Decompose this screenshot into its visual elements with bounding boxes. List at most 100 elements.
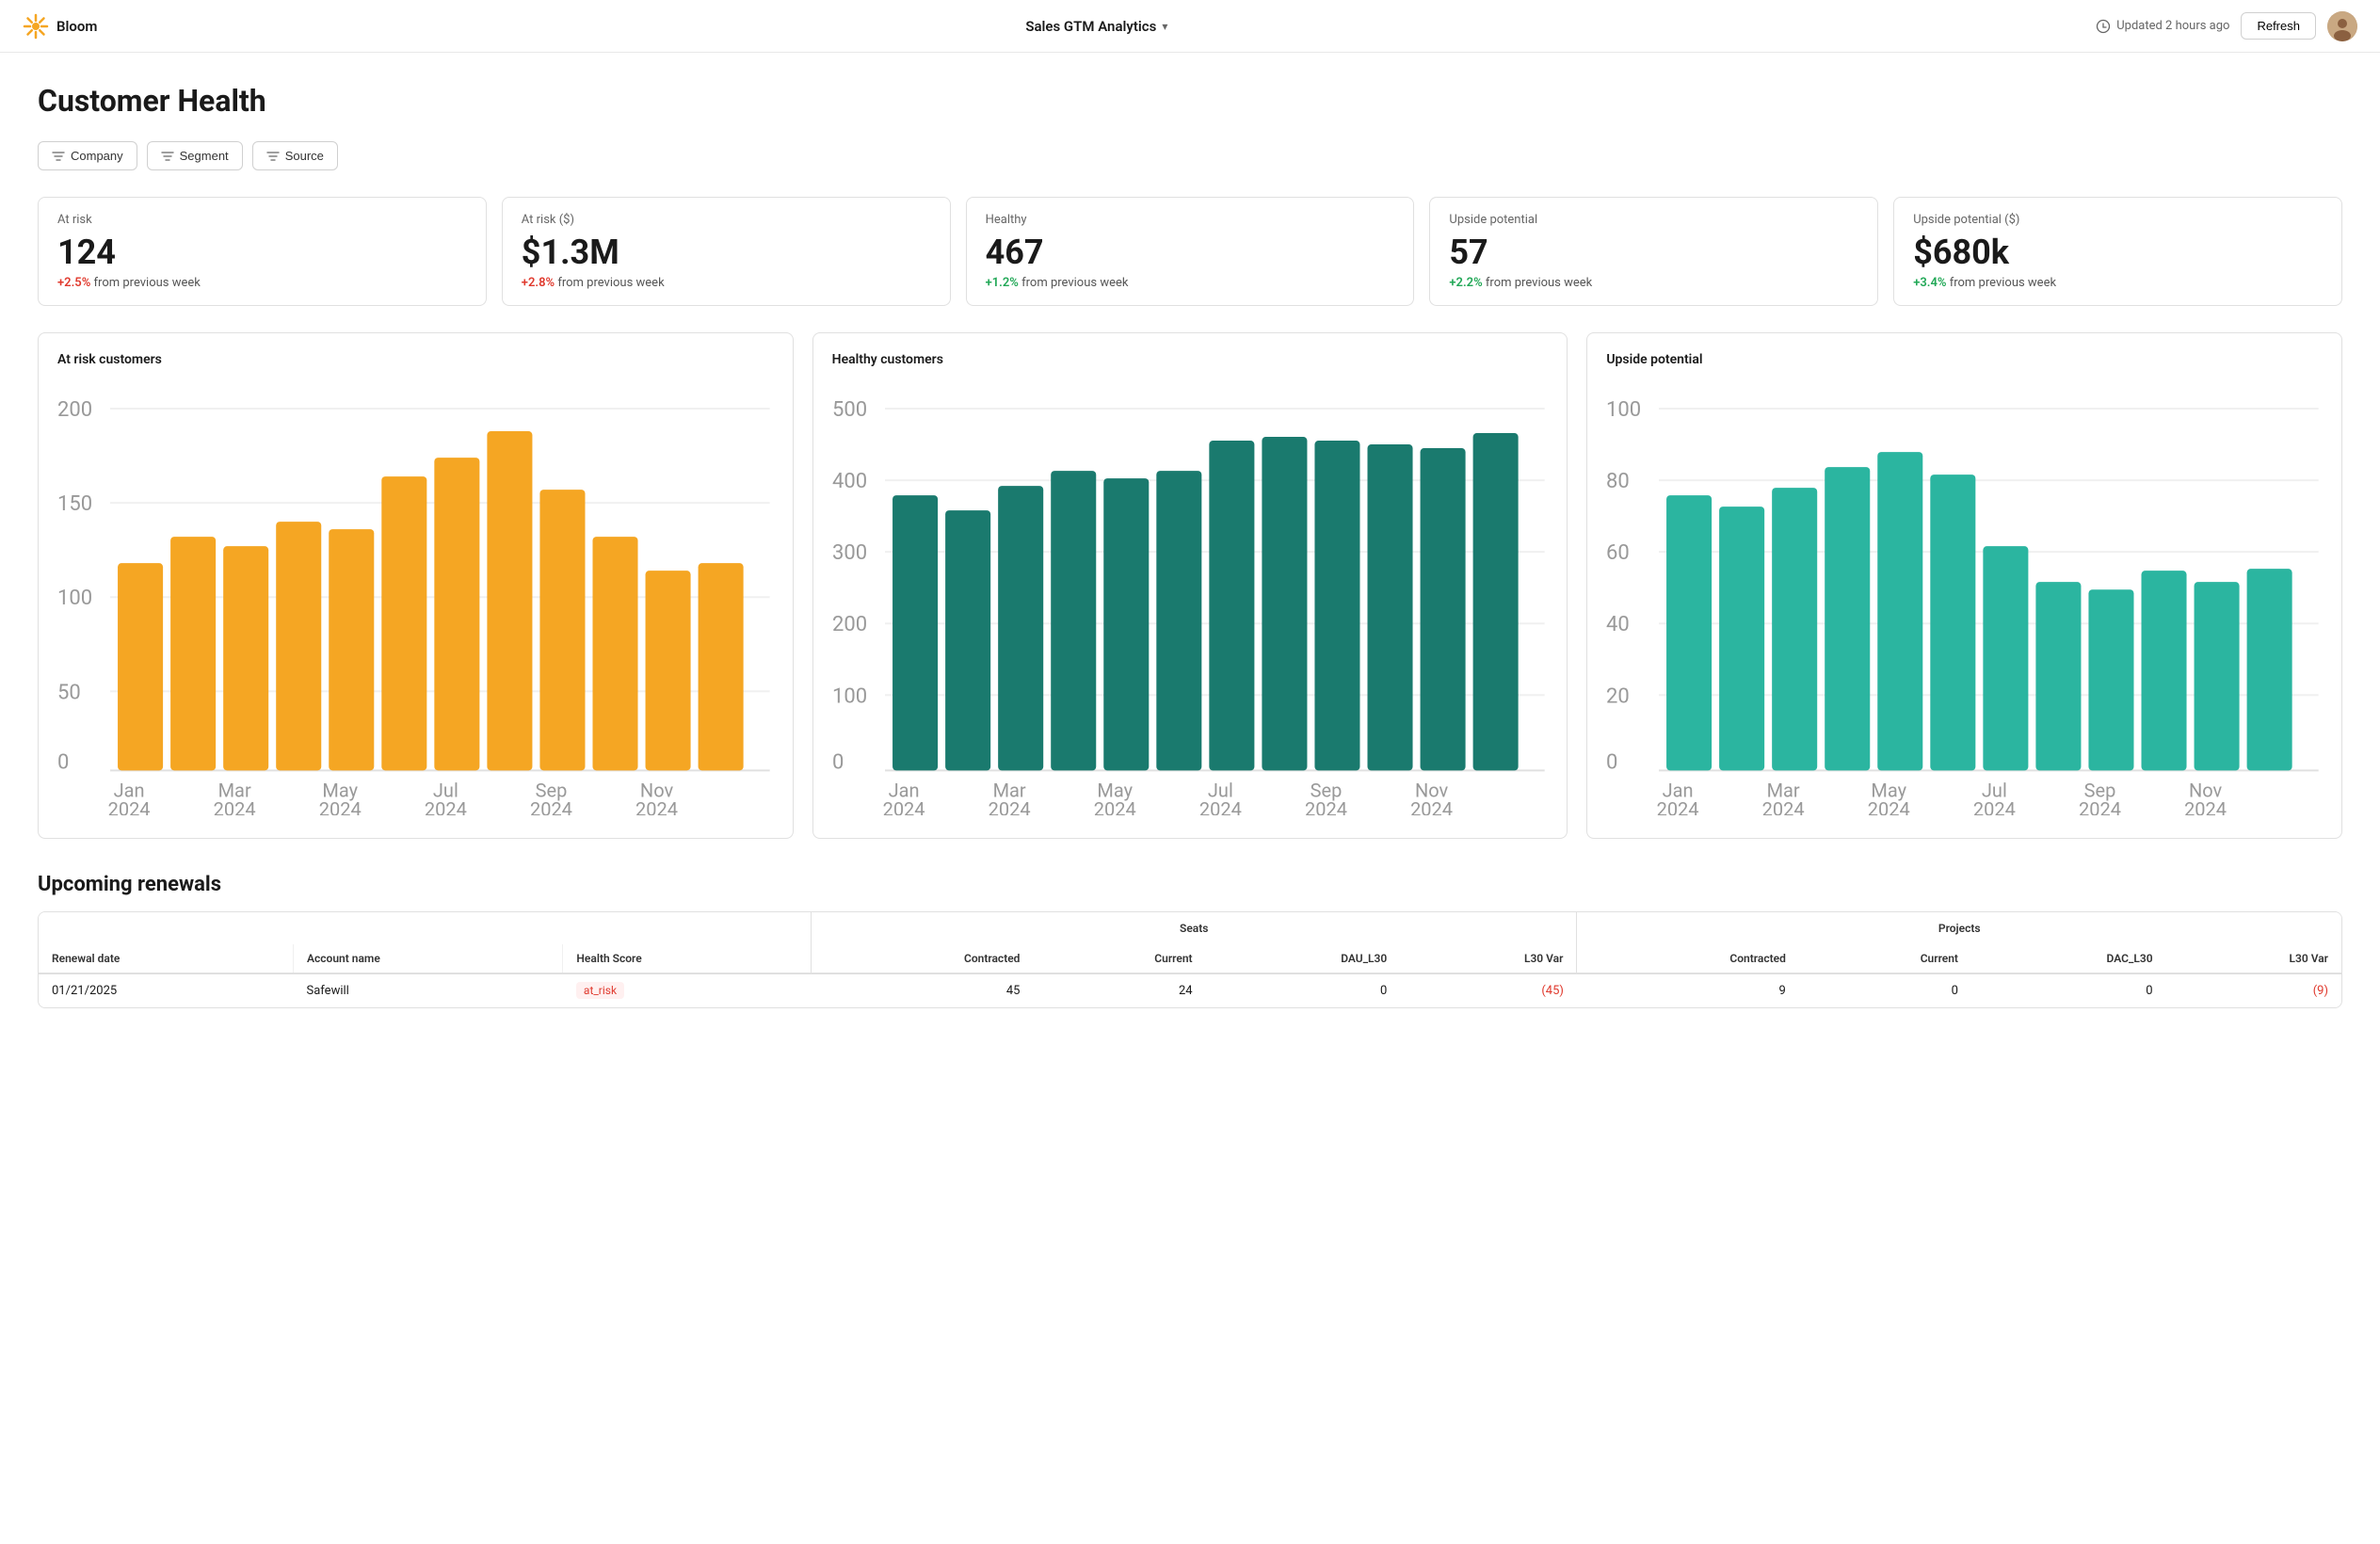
svg-text:60: 60 [1606,541,1630,565]
filter-company-label: Company [71,149,123,163]
svg-text:2024: 2024 [2079,797,2121,815]
cell-seats-contracted: 45 [812,973,1034,1007]
svg-text:2024: 2024 [882,797,925,815]
filter-segment-label: Segment [180,149,229,163]
renewals-table-container: Seats Projects Renewal date Account name… [38,911,2342,1008]
kpi-upside-change: +2.2% from previous week [1449,276,1858,290]
upside-chart-card: Upside potential 100 80 60 40 20 0 [1586,332,2342,839]
svg-text:2024: 2024 [2184,797,2227,815]
kpi-at-risk-value: 124 [57,234,467,272]
kpi-upside-dollars-change: +3.4% from previous week [1913,276,2323,290]
header-left: Bloom [23,13,97,40]
cell-seats-dau: 0 [1206,973,1401,1007]
svg-text:300: 300 [832,541,867,565]
kpi-upside-dollars-value: $680k [1913,234,2323,272]
svg-text:2024: 2024 [319,797,362,815]
col-projects-contracted: Contracted [1577,944,1799,973]
kpi-healthy-label: Healthy [986,213,1395,227]
cell-projects-dac: 0 [1971,973,2166,1007]
svg-text:20: 20 [1606,684,1630,708]
filter-segment-button[interactable]: Segment [147,141,243,170]
healthy-chart-title: Healthy customers [832,352,1549,367]
upside-chart-title: Upside potential [1606,352,2323,367]
kpi-upside-label: Upside potential [1449,213,1858,227]
kpi-upside-value: 57 [1449,234,1858,272]
kpi-healthy-change: +1.2% from previous week [986,276,1395,290]
svg-text:100: 100 [57,587,92,610]
cell-renewal-date: 01/21/2025 [39,973,294,1007]
svg-text:0: 0 [832,750,844,774]
cell-projects-l30var: (9) [2166,973,2341,1007]
svg-text:2024: 2024 [1973,797,2016,815]
renewals-table: Seats Projects Renewal date Account name… [39,912,2341,1007]
col-account-name: Account name [294,944,563,973]
dashboard-title: Sales GTM Analytics [1025,18,1156,35]
svg-text:2024: 2024 [214,797,256,815]
table-header-row: Renewal date Account name Health Score C… [39,944,2341,973]
svg-text:2024: 2024 [1305,797,1347,815]
kpi-healthy: Healthy 467 +1.2% from previous week [966,197,1415,306]
cell-seats-current: 24 [1033,973,1205,1007]
col-group-projects: Projects [1577,912,2341,944]
healthy-chart-svg: 500 400 300 200 100 0 [832,382,1549,815]
svg-text:400: 400 [832,470,867,493]
cell-projects-current: 0 [1799,973,1971,1007]
filter-icon [52,150,65,163]
svg-text:2024: 2024 [1868,797,1910,815]
col-seats-l30var: L30 Var [1400,944,1577,973]
kpi-at-risk-label: At risk [57,213,467,227]
kpi-upside-dollars-label: Upside potential ($) [1913,213,2323,227]
svg-text:150: 150 [57,492,92,516]
page-content: Customer Health Company Segment [0,53,2380,1038]
svg-text:40: 40 [1606,613,1630,636]
svg-text:200: 200 [832,613,867,636]
svg-text:2024: 2024 [635,797,678,815]
cell-health-score: at_risk [563,973,812,1007]
kpi-row: At risk 124 +2.5% from previous week At … [38,197,2342,306]
svg-text:2024: 2024 [1410,797,1453,815]
kpi-at-risk-change: +2.5% from previous week [57,276,467,290]
filter-source-button[interactable]: Source [252,141,338,170]
renewals-title: Upcoming renewals [38,873,2342,896]
col-projects-current: Current [1799,944,1971,973]
page-title: Customer Health [38,83,2342,119]
svg-text:2024: 2024 [1657,797,1699,815]
at-risk-chart-svg: 200 150 100 50 0 [57,382,774,815]
refresh-button[interactable]: Refresh [2241,12,2316,40]
svg-text:2024: 2024 [108,797,151,815]
kpi-at-risk-dollars-label: At risk ($) [522,213,931,227]
at-risk-chart-card: At risk customers 200 150 100 50 0 [38,332,794,839]
avatar[interactable] [2327,11,2357,41]
col-health-score: Health Score [563,944,812,973]
kpi-healthy-value: 467 [986,234,1395,272]
kpi-at-risk-dollars-change: +2.8% from previous week [522,276,931,290]
svg-text:2024: 2024 [1199,797,1242,815]
updated-timestamp: Updated 2 hours ago [2096,19,2229,34]
filter-company-button[interactable]: Company [38,141,137,170]
healthy-chart-card: Healthy customers 500 400 300 200 100 0 [812,332,1568,839]
filter-bar: Company Segment Source [38,141,2342,170]
header-center: Sales GTM Analytics ▾ [1025,18,1167,35]
kpi-at-risk: At risk 124 +2.5% from previous week [38,197,487,306]
svg-text:500: 500 [832,398,867,422]
svg-text:0: 0 [57,750,69,774]
svg-text:100: 100 [1606,398,1641,422]
col-group-seats: Seats [812,912,1577,944]
cell-projects-contracted: 9 [1577,973,1799,1007]
col-projects-l30var: L30 Var [2166,944,2341,973]
table-header-group-row: Seats Projects [39,912,2341,944]
filter-source-label: Source [285,149,324,163]
chevron-down-icon[interactable]: ▾ [1162,20,1167,33]
clock-icon [2096,19,2111,34]
at-risk-chart-title: At risk customers [57,352,774,367]
table-row: 01/21/2025 Safewill at_risk 45 24 0 (45)… [39,973,2341,1007]
col-seats-contracted: Contracted [812,944,1034,973]
header: Bloom Sales GTM Analytics ▾ Updated 2 ho… [0,0,2380,53]
kpi-upside-dollars: Upside potential ($) $680k +3.4% from pr… [1893,197,2342,306]
kpi-upside: Upside potential 57 +2.2% from previous … [1429,197,1878,306]
at-risk-badge: at_risk [576,982,624,999]
col-seats-dau: DAU_L30 [1206,944,1401,973]
upside-chart-svg: 100 80 60 40 20 0 [1606,382,2323,815]
filter-icon [266,150,280,163]
svg-text:80: 80 [1606,470,1630,493]
